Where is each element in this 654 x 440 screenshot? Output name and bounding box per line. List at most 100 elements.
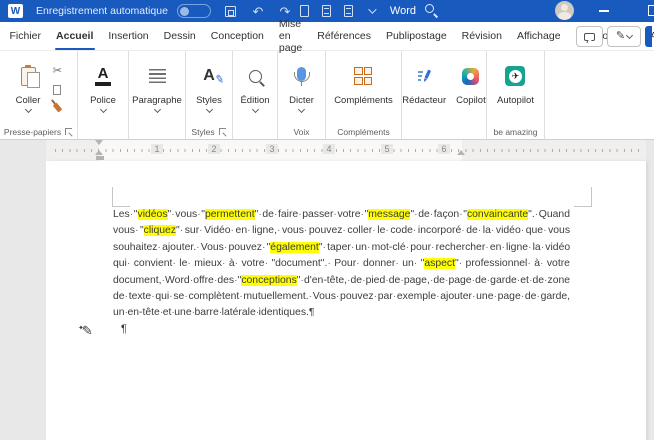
autosave-toggle[interactable] — [177, 4, 211, 18]
ruler-ticks — [55, 149, 640, 152]
tab-revision[interactable]: Révision — [454, 22, 509, 50]
paragraph-lines-icon — [149, 69, 166, 83]
autopilot-label: Autopilot — [497, 95, 534, 106]
ruler-number: 4 — [323, 144, 335, 154]
tab-insertion[interactable]: Insertion — [101, 22, 156, 50]
tab-publipostage[interactable]: Publipostage — [378, 22, 454, 50]
group-label-voix: Voix — [293, 127, 309, 137]
margin-crop-mark-right — [574, 187, 592, 207]
highlighted-word[interactable]: aspect — [424, 258, 455, 269]
copilot-button[interactable]: Copilot — [452, 57, 490, 108]
highlighted-word[interactable]: conceptions — [241, 275, 296, 286]
highlighted-word[interactable]: vidéos — [138, 209, 168, 220]
group-voix: Dicter Voix — [278, 51, 326, 139]
group-police: A Police — [78, 51, 129, 139]
addins-grid-icon — [354, 67, 372, 85]
ribbon-tab-row: Fichier Accueil Insertion Dessin Concept… — [0, 22, 654, 51]
share-button-partial[interactable] — [645, 26, 652, 47]
ribbon-empty-space — [545, 51, 654, 139]
addins-button[interactable]: Compléments — [330, 57, 397, 108]
paste-label: Coller — [16, 95, 41, 106]
group-redacteur-copilot: Rédacteur Copilot — [402, 51, 487, 139]
blank-page-icon — [300, 5, 309, 17]
chevron-down-icon — [368, 5, 376, 13]
group-complements: Compléments Compléments — [326, 51, 402, 139]
empty-paragraph-mark: ¶ — [121, 323, 127, 335]
search-icon[interactable] — [425, 4, 434, 13]
app-title: Word — [390, 5, 416, 17]
document-area: Les· "vidéos"· vous· "permettent"· de· f… — [0, 161, 654, 440]
right-indent-marker[interactable] — [457, 150, 465, 155]
editor-pen-icon — [415, 67, 433, 85]
editor-label: Rédacteur — [402, 95, 446, 106]
autopilot-button[interactable]: ✈ Autopilot — [493, 57, 538, 108]
styles-icon: A✎ — [203, 67, 215, 85]
comment-icon — [584, 33, 595, 41]
tab-references[interactable]: Références — [310, 22, 379, 50]
ruler-number: 1 — [151, 144, 163, 154]
minimize-button[interactable] — [599, 10, 609, 12]
dictate-button[interactable]: Dicter — [285, 57, 318, 114]
copy-button[interactable] — [49, 82, 65, 97]
ruler-number: 3 — [266, 144, 278, 154]
comments-button[interactable] — [576, 26, 603, 47]
document-icon — [322, 5, 331, 17]
styles-button[interactable]: A✎ Styles — [192, 57, 226, 114]
left-indent-marker[interactable] — [96, 156, 104, 160]
chevron-down-icon — [153, 106, 160, 113]
highlighted-word[interactable]: permettent — [205, 209, 255, 220]
margin-crop-mark-left — [112, 187, 130, 207]
copilot-label: Copilot — [456, 95, 486, 106]
magnifier-icon — [249, 70, 262, 83]
word-app-icon: W — [8, 4, 23, 18]
group-styles: A✎ Styles Styles — [186, 51, 233, 139]
editing-mode-button[interactable]: ✎ — [607, 26, 641, 47]
highlighted-word[interactable]: également — [270, 242, 319, 253]
group-label-complements: Compléments — [337, 127, 389, 137]
autopilot-icon: ✈ — [505, 66, 525, 86]
dialog-launcher-icon[interactable] — [219, 128, 227, 136]
font-icon: A — [95, 66, 111, 87]
tab-fichier[interactable]: Fichier — [2, 22, 49, 50]
ruler-number: 6 — [438, 144, 450, 154]
autosave-label: Enregistrement automatique — [36, 5, 168, 17]
paragraph-button[interactable]: Paragraphe — [128, 57, 186, 114]
undo-button[interactable]: ↶ — [249, 2, 267, 20]
chevron-down-icon — [24, 106, 31, 113]
quick-access-button-1[interactable] — [318, 2, 336, 20]
dictate-label: Dicter — [289, 95, 314, 106]
format-painter-button[interactable] — [49, 100, 65, 115]
title-bar: W Enregistrement automatique ↶ ↷ Word — [0, 0, 654, 22]
hanging-indent-marker[interactable] — [95, 150, 103, 155]
highlighted-word[interactable]: cliquez — [144, 225, 176, 236]
restore-button[interactable] — [648, 5, 654, 16]
copilot-margin-pen-icon[interactable]: ✦✎ — [78, 323, 93, 339]
tab-affichage[interactable]: Affichage — [509, 22, 568, 50]
save-button[interactable] — [222, 2, 240, 20]
account-avatar[interactable] — [555, 1, 574, 20]
customize-qat-button[interactable] — [362, 2, 380, 20]
first-line-indent-marker[interactable] — [95, 140, 103, 145]
editor-button[interactable]: Rédacteur — [398, 57, 450, 108]
quick-access-button-2[interactable] — [340, 2, 358, 20]
dialog-launcher-icon[interactable] — [65, 128, 73, 136]
tab-conception[interactable]: Conception — [203, 22, 271, 50]
tab-mise-en-page[interactable]: Mise en page — [271, 22, 309, 50]
highlighted-word[interactable]: convaincante — [467, 209, 528, 220]
document-text[interactable]: Les· "vidéos"· vous· "permettent"· de· f… — [113, 207, 570, 322]
font-button[interactable]: A Police — [86, 57, 120, 114]
highlighted-word[interactable]: message — [368, 209, 410, 220]
chevron-down-icon — [99, 106, 106, 113]
tab-dessin[interactable]: Dessin — [156, 22, 203, 50]
tab-accueil[interactable]: Accueil — [49, 22, 101, 50]
group-presse-papiers: Coller ✂ Presse-papiers — [0, 51, 78, 139]
chevron-down-icon — [298, 106, 305, 113]
editing-button[interactable]: Édition — [236, 57, 273, 114]
cut-button[interactable]: ✂ — [49, 64, 65, 79]
toggle-knob — [180, 7, 189, 16]
font-label: Police — [90, 95, 116, 106]
ruler-number: 2 — [208, 144, 220, 154]
paste-button[interactable]: Coller — [12, 57, 45, 114]
document-page[interactable]: Les· "vidéos"· vous· "permettent"· de· f… — [46, 161, 646, 440]
group-edition: Édition — [233, 51, 278, 139]
